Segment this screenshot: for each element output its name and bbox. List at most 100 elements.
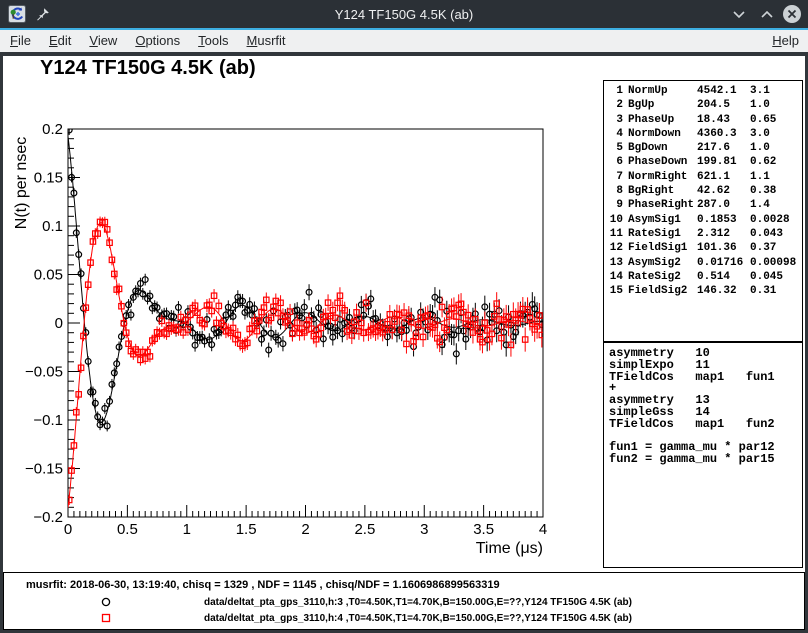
param-idx: 4 (609, 128, 623, 142)
parameter-row: 4NormDown4360.33.0 (604, 128, 802, 142)
param-error: 0.37 (750, 242, 802, 256)
param-error: 1.0 (750, 142, 802, 156)
svg-text:1.5: 1.5 (236, 521, 257, 538)
parameter-row: 9PhaseRight287.01.4 (604, 199, 802, 213)
param-value: 101.36 (697, 242, 745, 256)
theory-text: asymmetry 10 simplExpo 11 TFieldCos map1… (609, 348, 802, 466)
menu-item-tools[interactable]: Tools (189, 30, 237, 52)
param-idx: 12 (609, 242, 623, 256)
theory-curve-2 (68, 223, 543, 508)
svg-text:0.15: 0.15 (34, 170, 63, 187)
svg-text:−0.05: −0.05 (25, 364, 63, 381)
pin-icon[interactable] (36, 7, 50, 21)
param-idx: 14 (609, 271, 623, 285)
legend-entry: data/deltat_pta_gps_3110,h:3 ,T0=4.50K,T… (4, 595, 804, 611)
param-value: 287.0 (697, 199, 745, 213)
maximize-button[interactable] (757, 4, 777, 24)
parameter-row: 3PhaseUp18.430.65 (604, 114, 802, 128)
param-idx: 15 (609, 285, 623, 299)
param-value: 0.01716 (697, 257, 745, 271)
app-icon (8, 5, 26, 23)
param-value: 621.1 (697, 171, 745, 185)
param-value: 4360.3 (697, 128, 745, 142)
param-error: 0.65 (750, 114, 802, 128)
param-name: NormUp (628, 85, 692, 99)
theory-curve-1 (68, 137, 543, 423)
param-error: 3.1 (750, 85, 802, 99)
menu-bar: FileEditViewOptionsToolsMusrfit Help (0, 30, 808, 52)
param-error: 3.0 (750, 128, 802, 142)
chevron-up-icon (760, 10, 774, 19)
param-name: NormRight (628, 171, 692, 185)
param-name: BgRight (628, 185, 692, 199)
param-error: 0.62 (750, 156, 802, 170)
svg-text:1: 1 (183, 521, 191, 538)
menu-item-edit[interactable]: Edit (40, 30, 80, 52)
close-button[interactable] (782, 4, 802, 24)
parameter-row: 14RateSig20.5140.045 (604, 271, 802, 285)
param-idx: 5 (609, 142, 623, 156)
param-value: 2.312 (697, 228, 745, 242)
param-error: 1.4 (750, 199, 802, 213)
menu-item-help[interactable]: Help (763, 30, 808, 52)
param-name: FieldSig2 (628, 285, 692, 299)
svg-text:4: 4 (539, 521, 547, 538)
param-value: 42.62 (697, 185, 745, 199)
param-name: RateSig1 (628, 228, 692, 242)
param-error: 0.00098 (750, 257, 802, 271)
y-axis-title: N(t) per nsec (13, 137, 30, 229)
parameter-row: 13 AsymSig2 0.01716 0.00098 (604, 257, 802, 271)
parameter-row: 2BgUp204.51.0 (604, 99, 802, 113)
param-name: RateSig2 (628, 271, 692, 285)
legend-label: data/deltat_pta_gps_3110,h:4 ,T0=4.50K,T… (204, 613, 632, 624)
svg-text:0.5: 0.5 (117, 521, 138, 538)
param-error: 1.1 (750, 171, 802, 185)
data-series-1 (66, 125, 544, 432)
window-titlebar[interactable]: Y124 TF150G 4.5K (ab) (0, 0, 808, 28)
minimize-button[interactable] (729, 4, 749, 24)
param-name: PhaseDown (628, 156, 692, 170)
svg-text:0: 0 (64, 521, 72, 538)
param-idx: 11 (609, 228, 623, 242)
param-value: 199.81 (697, 156, 745, 170)
parameter-row: 12FieldSig1101.360.37 (604, 242, 802, 256)
param-value: 0.514 (697, 271, 745, 285)
param-error: 0.043 (750, 228, 802, 242)
parameter-row: 1NormUp4542.13.1 (604, 85, 802, 99)
param-value: 0.1853 (697, 214, 745, 228)
param-idx: 13 (609, 257, 623, 271)
menu-item-options[interactable]: Options (126, 30, 189, 52)
param-name: PhaseRight (628, 199, 692, 213)
plot-area[interactable]: 00.511.522.533.54−0.2−0.15−0.1−0.0500.05… (0, 55, 600, 575)
param-name: AsymSig1 (628, 214, 692, 228)
parameter-row: 5BgDown217.61.0 (604, 142, 802, 156)
param-error: 0.31 (750, 285, 802, 299)
parameter-row: 10AsymSig10.18530.0028 (604, 214, 802, 228)
param-idx: 2 (609, 99, 623, 113)
menu-item-view[interactable]: View (80, 30, 126, 52)
parameter-box: 1NormUp4542.13.12BgUp204.51.03PhaseUp18.… (603, 80, 803, 342)
param-value: 18.43 (697, 114, 745, 128)
param-value: 4542.1 (697, 85, 745, 99)
legend-circle-marker-icon (100, 596, 112, 608)
param-value: 217.6 (697, 142, 745, 156)
param-value: 146.32 (697, 285, 745, 299)
svg-text:3.5: 3.5 (473, 521, 494, 538)
x-axis-title: Time (μs) (476, 540, 543, 557)
param-name: AsymSig2 (628, 257, 692, 271)
param-error: 1.0 (750, 99, 802, 113)
menu-item-file[interactable]: File (0, 30, 40, 52)
parameter-row: 15 FieldSig2 146.32 0.31 (604, 285, 802, 299)
close-icon (782, 4, 802, 24)
menu-item-musrfit[interactable]: Musrfit (238, 30, 295, 52)
svg-text:0.2: 0.2 (42, 121, 63, 138)
param-idx: 3 (609, 114, 623, 128)
svg-text:3: 3 (420, 521, 428, 538)
data-series-2 (66, 217, 544, 508)
param-idx: 7 (609, 171, 623, 185)
svg-text:−0.2: −0.2 (33, 509, 63, 526)
fit-status-line: musrfit: 2018-06-30, 13:19:40, chisq = 1… (26, 579, 500, 591)
legend-square-marker-icon (100, 612, 112, 624)
chevron-down-icon (732, 10, 746, 19)
parameter-row: 8BgRight42.620.38 (604, 185, 802, 199)
